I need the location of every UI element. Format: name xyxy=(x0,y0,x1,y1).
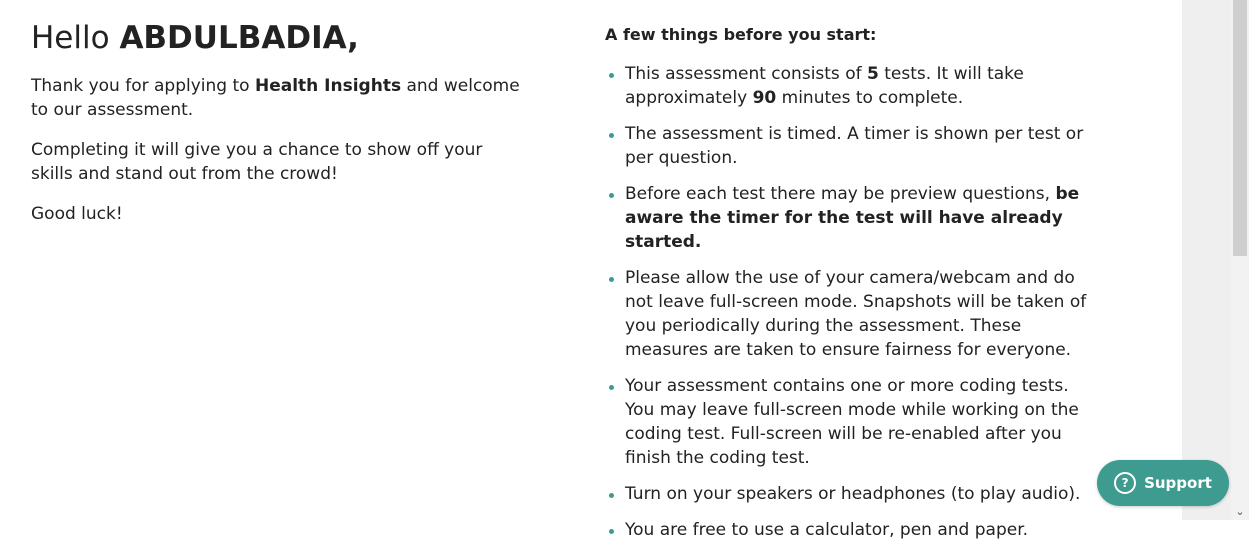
welcome-section: Hello ABDULBADIA, Thank you for applying… xyxy=(31,18,521,242)
candidate-name: ABDULBADIA, xyxy=(119,20,359,56)
bullet-icon xyxy=(609,385,614,390)
vertical-scrollbar[interactable]: ⌄ xyxy=(1231,0,1249,520)
good-luck-text: Good luck! xyxy=(31,204,123,224)
list-item: Please allow the use of your camera/webc… xyxy=(605,266,1095,362)
list-item: This assessment consists of 5 tests. It … xyxy=(605,62,1095,110)
instructions-section: A few things before you start: This asse… xyxy=(605,24,1095,554)
support-button[interactable]: ? Support xyxy=(1097,460,1229,506)
instructions-heading: A few things before you start: xyxy=(605,25,877,44)
rules-list: This assessment consists of 5 tests. It … xyxy=(605,62,1095,542)
intro-paragraph: Thank you for applying to Health Insight… xyxy=(31,76,520,120)
list-item: Turn on your speakers or headphones (to … xyxy=(605,482,1095,506)
company-name: Health Insights xyxy=(254,76,402,96)
motivation-paragraph: Completing it will give you a chance to … xyxy=(31,140,483,184)
list-item: Before each test there may be preview qu… xyxy=(605,182,1095,254)
list-item: The assessment is timed. A timer is show… xyxy=(605,122,1095,170)
duration-minutes: 90 xyxy=(752,88,777,108)
bullet-icon xyxy=(609,277,614,282)
side-panel xyxy=(1182,0,1231,520)
test-count: 5 xyxy=(866,64,879,84)
help-circle-icon: ? xyxy=(1114,472,1137,494)
greeting-heading: Hello ABDULBADIA, xyxy=(31,18,521,58)
greeting-hello: Hello xyxy=(31,20,110,56)
bullet-icon xyxy=(609,73,614,78)
bullet-icon xyxy=(609,133,614,138)
scroll-down-icon[interactable]: ⌄ xyxy=(1231,504,1249,520)
bullet-icon xyxy=(609,529,614,534)
list-item: Your assessment contains one or more cod… xyxy=(605,374,1095,470)
main-content: Hello ABDULBADIA, Thank you for applying… xyxy=(0,0,1182,540)
support-label: Support xyxy=(1144,474,1212,492)
bullet-icon xyxy=(609,193,614,198)
list-item: You are free to use a calculator, pen an… xyxy=(605,518,1095,542)
scrollbar-thumb[interactable] xyxy=(1233,0,1247,256)
bullet-icon xyxy=(609,493,614,498)
